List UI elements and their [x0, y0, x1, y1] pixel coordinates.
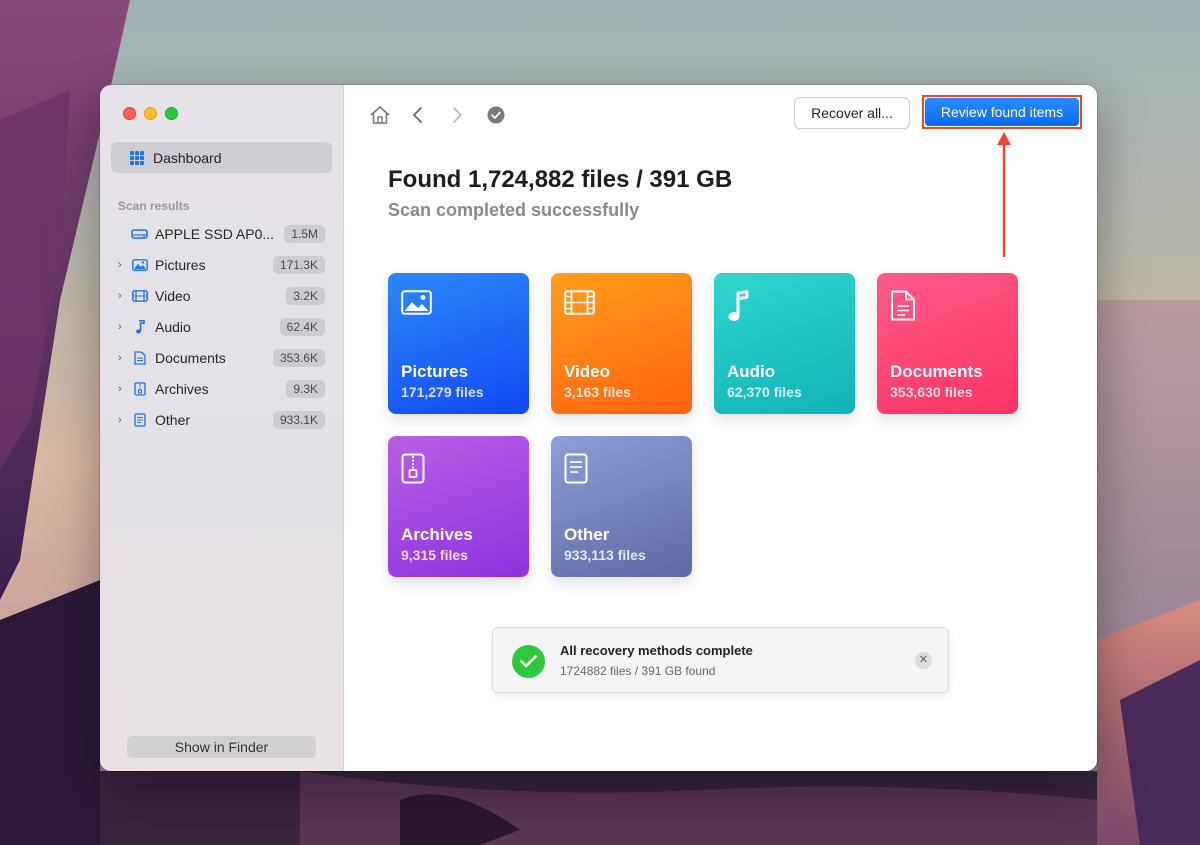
page-subtitle: Scan completed successfully	[388, 200, 640, 220]
sidebar: Dashboard Scan results APPLE SSD AP0... …	[100, 85, 344, 771]
sidebar-item-label: Documents	[155, 349, 226, 366]
chevron-right-icon[interactable]: ›	[118, 352, 126, 364]
chevron-right-icon[interactable]: ›	[118, 383, 126, 395]
count-badge: 62.4K	[279, 317, 325, 336]
chevron-right-icon[interactable]: ›	[118, 321, 126, 333]
card-count: 353,630 files	[890, 384, 973, 400]
document-icon	[890, 290, 916, 326]
sidebar-item-label: APPLE SSD AP0...	[155, 225, 275, 242]
chevron-right-icon[interactable]: ›	[118, 259, 126, 271]
annotation-arrow	[997, 132, 1011, 257]
chevron-right-icon[interactable]: ›	[118, 414, 126, 426]
card-title: Audio	[727, 362, 776, 381]
count-badge: 1.5M	[284, 224, 325, 243]
sidebar-item-archives[interactable]: › Archives 9.3K	[100, 373, 344, 404]
traffic-lights	[123, 107, 178, 120]
back-icon[interactable]	[406, 103, 430, 127]
file-icon	[131, 412, 148, 427]
home-icon[interactable]	[368, 103, 392, 127]
category-card-video[interactable]: Video 3,163 files	[551, 273, 692, 414]
minimize-window-button[interactable]	[144, 107, 157, 120]
forward-icon[interactable]	[445, 103, 469, 127]
notification-subtitle: 1724882 files / 391 GB found	[560, 664, 716, 678]
scan-results-heading: Scan results	[118, 199, 190, 213]
count-badge: 171.3K	[272, 255, 325, 274]
success-check-icon	[512, 645, 545, 678]
zoom-window-button[interactable]	[165, 107, 178, 120]
music-note-icon	[727, 290, 751, 328]
card-count: 933,113 files	[564, 547, 646, 563]
sidebar-item-label: Other	[155, 411, 191, 428]
sidebar-item-drive[interactable]: APPLE SSD AP0... 1.5M	[100, 218, 344, 249]
sidebar-item-label: Audio	[155, 318, 191, 335]
card-title: Other	[564, 525, 610, 544]
category-card-archives[interactable]: Archives 9,315 files	[388, 436, 529, 577]
film-icon	[564, 290, 595, 320]
grid-icon	[130, 150, 144, 165]
sidebar-item-label: Pictures	[155, 256, 206, 273]
card-count: 3,163 files	[564, 384, 631, 400]
card-title: Archives	[401, 525, 473, 544]
sidebar-item-dashboard[interactable]: Dashboard	[111, 142, 332, 173]
close-window-button[interactable]	[123, 107, 136, 120]
sidebar-item-video[interactable]: › Video 3.2K	[100, 280, 344, 311]
count-badge: 933.1K	[272, 410, 325, 429]
category-card-audio[interactable]: Audio 62,370 files	[714, 273, 855, 414]
archive-icon	[401, 453, 425, 489]
sidebar-item-other[interactable]: › Other 933.1K	[100, 404, 344, 435]
completion-notification: All recovery methods complete 1724882 fi…	[492, 627, 949, 693]
count-badge: 9.3K	[286, 379, 325, 398]
music-note-icon	[131, 319, 148, 334]
checkmark-circle-icon[interactable]	[484, 103, 508, 127]
document-icon	[131, 350, 148, 365]
card-count: 62,370 files	[727, 384, 802, 400]
review-button-highlight: Review found items	[922, 95, 1082, 129]
archive-icon	[131, 381, 148, 396]
category-card-documents[interactable]: Documents 353,630 files	[877, 273, 1018, 414]
film-icon	[131, 289, 148, 303]
count-badge: 353.6K	[272, 348, 325, 367]
card-count: 9,315 files	[401, 547, 468, 563]
sidebar-item-audio[interactable]: › Audio 62.4K	[100, 311, 344, 342]
navigation-toolbar	[368, 103, 508, 127]
scan-results-list: APPLE SSD AP0... 1.5M › Pictures 171.3K …	[100, 218, 344, 435]
review-found-items-button[interactable]: Review found items	[925, 98, 1079, 126]
chevron-right-icon[interactable]: ›	[118, 290, 126, 302]
sidebar-item-label: Dashboard	[153, 149, 222, 166]
main-content: Recover all... Review found items Found …	[344, 85, 1097, 771]
sidebar-item-label: Video	[155, 287, 191, 304]
picture-icon	[131, 258, 148, 272]
sidebar-item-pictures[interactable]: › Pictures 171.3K	[100, 249, 344, 280]
category-card-other[interactable]: Other 933,113 files	[551, 436, 692, 577]
close-icon[interactable]: ✕	[915, 652, 932, 669]
card-title: Video	[564, 362, 610, 381]
sidebar-item-label: Archives	[155, 380, 209, 397]
category-card-pictures[interactable]: Pictures 171,279 files	[388, 273, 529, 414]
file-icon	[564, 453, 588, 489]
card-title: Documents	[890, 362, 983, 381]
card-count: 171,279 files	[401, 384, 484, 400]
show-in-finder-button[interactable]: Show in Finder	[127, 736, 316, 758]
count-badge: 3.2K	[286, 286, 325, 305]
page-title: Found 1,724,882 files / 391 GB	[388, 166, 733, 193]
notification-title: All recovery methods complete	[560, 643, 753, 658]
drive-icon	[131, 227, 148, 241]
recover-all-button[interactable]: Recover all...	[794, 97, 910, 129]
picture-icon	[401, 290, 432, 320]
card-title: Pictures	[401, 362, 469, 381]
app-window: Dashboard Scan results APPLE SSD AP0... …	[100, 85, 1097, 771]
sidebar-item-documents[interactable]: › Documents 353.6K	[100, 342, 344, 373]
